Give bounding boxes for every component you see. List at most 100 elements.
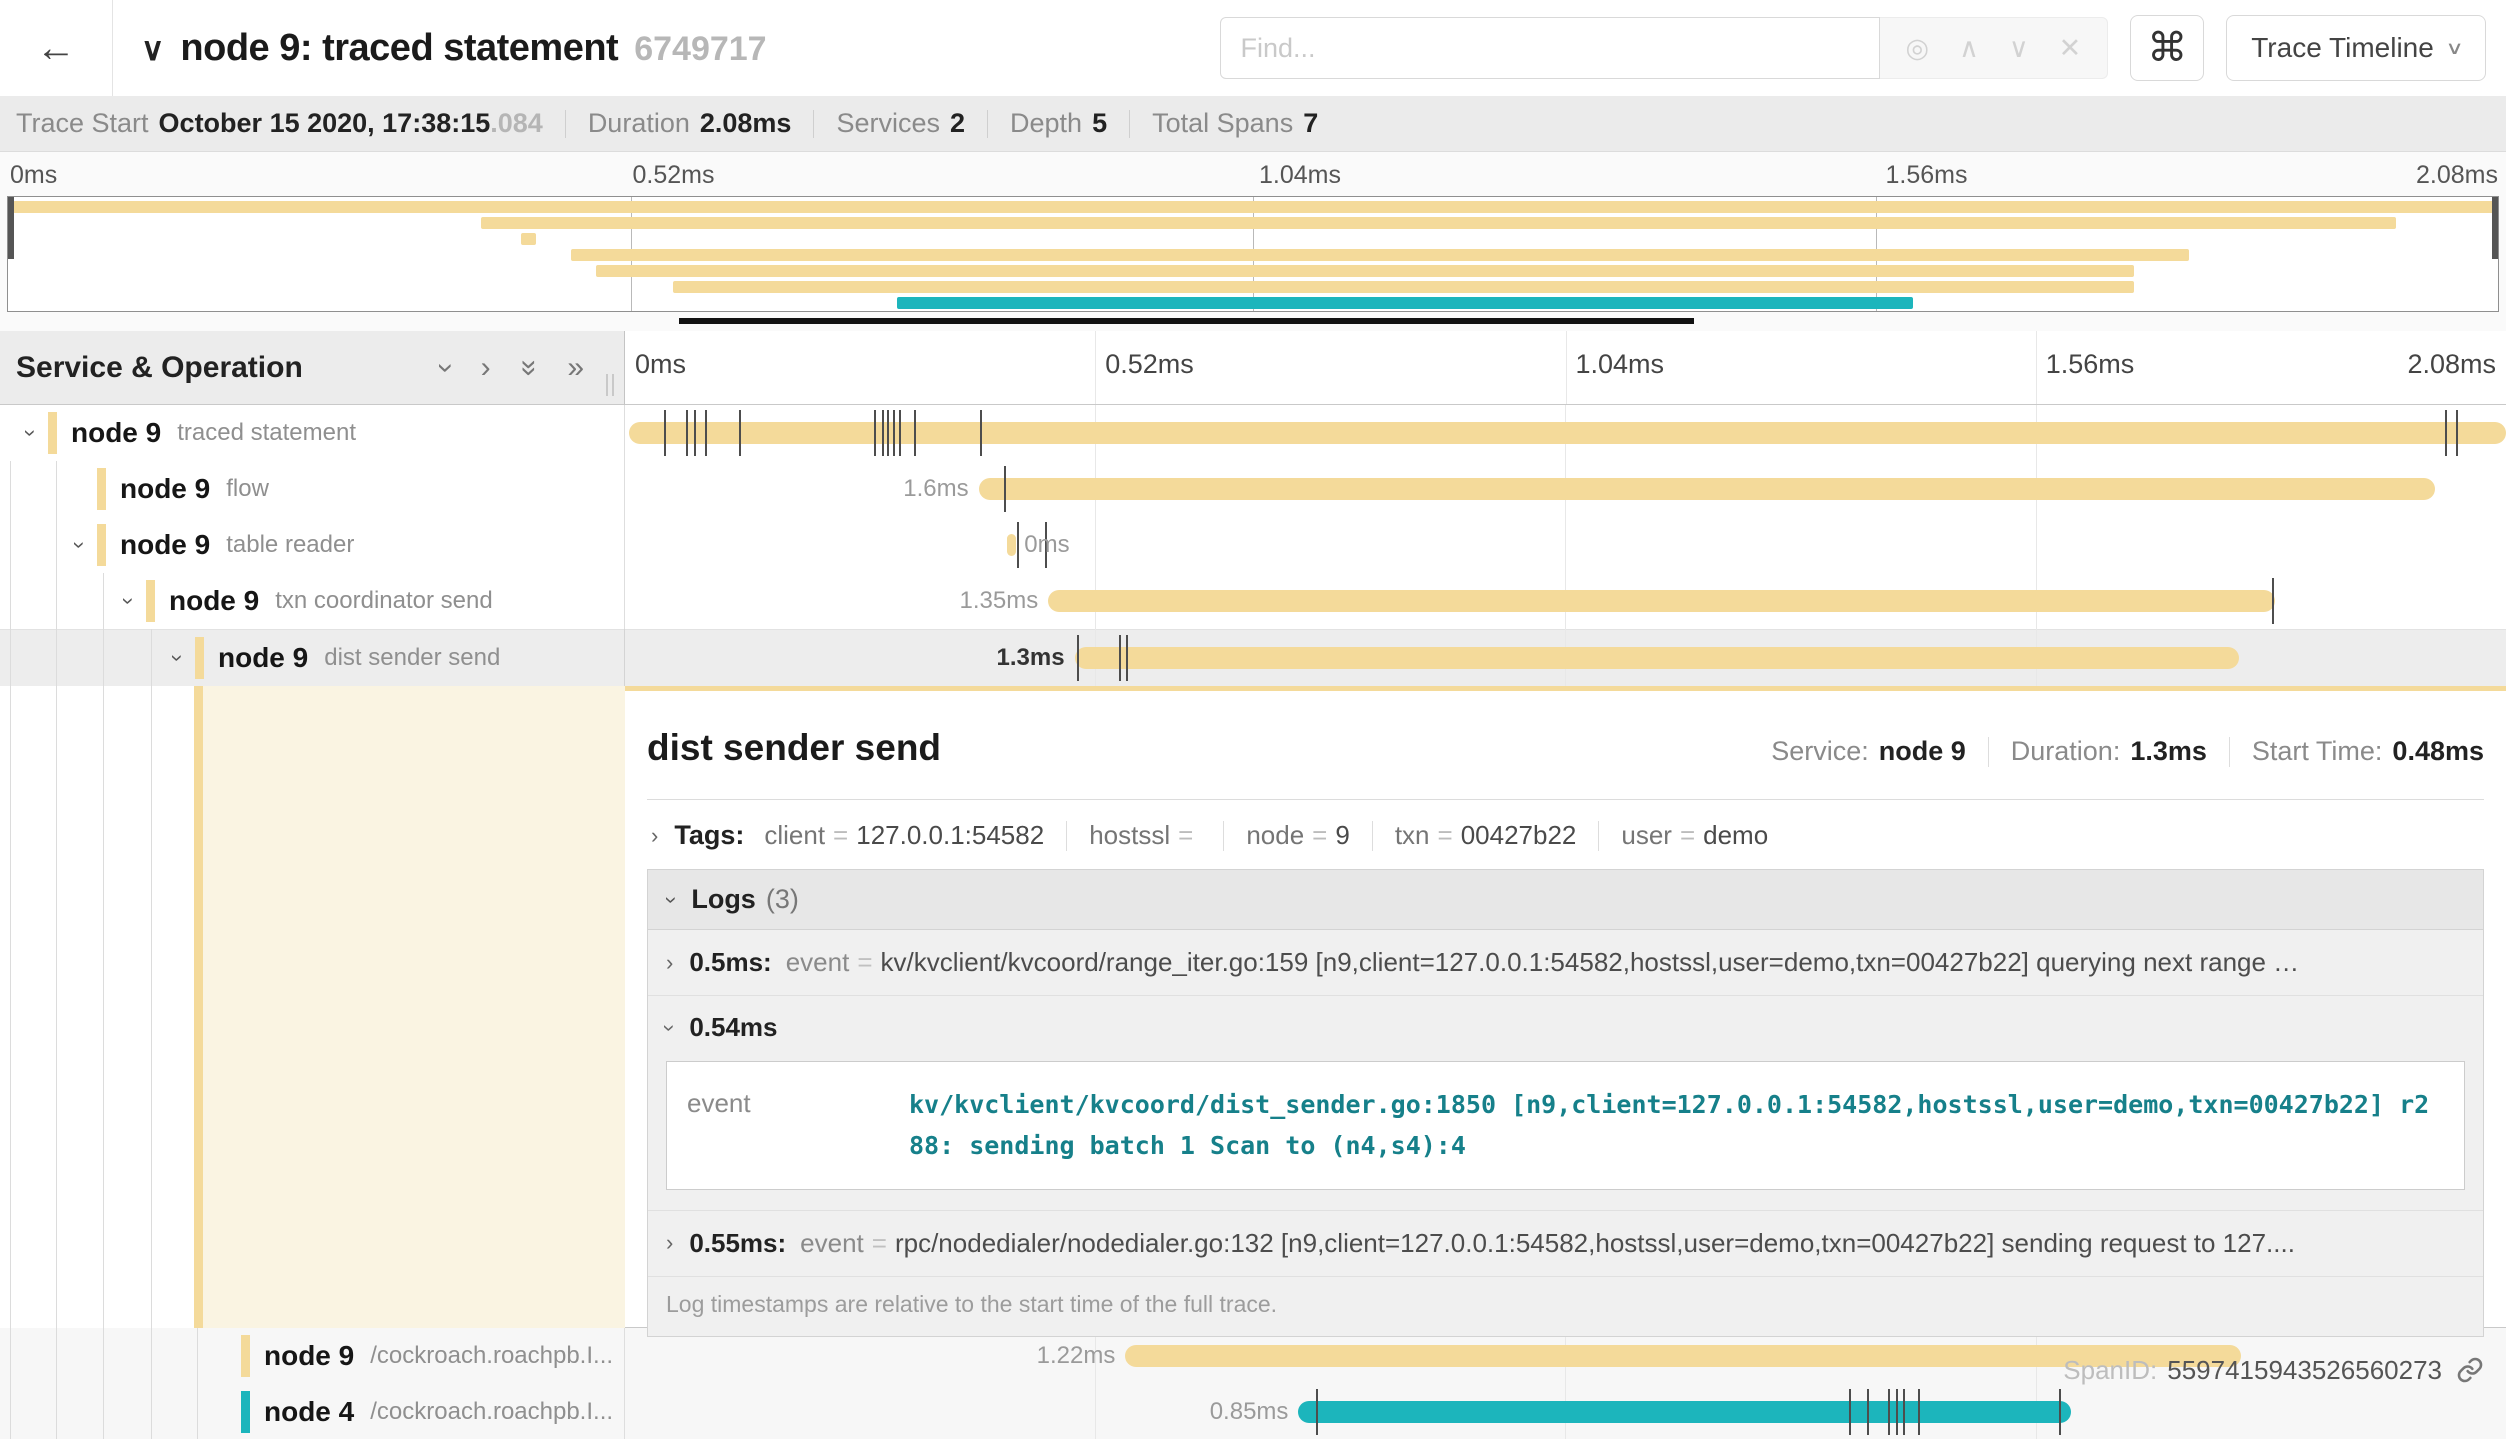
tags-row[interactable]: › Tags: client=127.0.0.1:54582 hostssl= … [647, 800, 2484, 869]
locate-icon[interactable]: ◎ [1906, 33, 1930, 64]
span-timeline-cell[interactable]: 1.35ms [625, 573, 2506, 629]
span-row-table-reader[interactable]: › node 9 table reader 0ms [0, 517, 2506, 573]
log-value: kv/kvclient/kvcoord/range_iter.go:159 [n… [881, 947, 2300, 978]
span-name-cell[interactable]: node 4 /cockroach.roachpb.I... [0, 1384, 625, 1439]
span-row-dist-sender-send[interactable]: › node 9 dist sender send 1.3ms [0, 629, 2506, 686]
span-operation: table reader [226, 531, 354, 559]
trace-title-group[interactable]: ∨ node 9: traced statement 6749717 [141, 27, 767, 70]
log-entry-collapsed[interactable]: › 0.5ms: event = kv/kvclient/kvcoord/ran… [648, 930, 2483, 996]
back-arrow-icon: ← [36, 26, 76, 70]
chevron-down-icon[interactable]: › [63, 532, 97, 558]
log-marker-tick [739, 410, 741, 456]
span-operation: flow [226, 475, 269, 503]
minimap-canvas[interactable] [7, 196, 2499, 312]
span-timeline-cell[interactable]: 1.6ms [625, 461, 2506, 517]
span-color-chip [241, 1391, 250, 1433]
chevron-down-icon[interactable]: › [14, 420, 48, 446]
span-duration-bar[interactable] [1048, 590, 2274, 612]
minimap-right-scrub-handle[interactable] [2492, 197, 2498, 259]
span-row-txn-coordinator-send[interactable]: › node 9 txn coordinator send 1.35ms [0, 573, 2506, 629]
find-input[interactable] [1220, 17, 1880, 79]
span-name-cell[interactable]: node 9 /cockroach.roachpb.I... [0, 1328, 625, 1384]
minimap-left-scrub-handle[interactable] [8, 197, 14, 259]
log-marker-tick [2456, 410, 2458, 456]
span-duration-bar[interactable] [629, 422, 2506, 444]
expand-one-icon[interactable]: › [481, 353, 491, 383]
span-row-flow[interactable]: node 9 flow 1.6ms [0, 461, 2506, 517]
span-name-cell[interactable]: › node 9 traced statement [0, 405, 625, 461]
log-marker-tick [664, 410, 666, 456]
span-timeline-cell[interactable]: 0ms [625, 517, 2506, 573]
event-field-name: event [667, 1062, 897, 1189]
chevron-down-icon[interactable]: › [668, 887, 675, 913]
span-name-cell[interactable]: node 9 flow [0, 461, 625, 517]
expand-all-icon[interactable]: » [567, 353, 584, 383]
log-marker-tick [694, 410, 696, 456]
next-result-icon[interactable]: ∨ [2009, 33, 2029, 64]
span-duration-bar[interactable] [1007, 534, 1016, 556]
link-icon[interactable] [2456, 1356, 2484, 1384]
chevron-down-icon[interactable]: › [666, 1015, 673, 1041]
logs-footer-note: Log timestamps are relative to the start… [648, 1277, 2483, 1336]
timeline-minimap[interactable]: 0ms 0.52ms 1.04ms 1.56ms 2.08ms [0, 152, 2506, 331]
ruler-tick-label: 2.08ms [2407, 349, 2496, 380]
span-service: node 9 [120, 473, 210, 505]
span-row-roachpb-node4[interactable]: node 4 /cockroach.roachpb.I... 0.85ms [0, 1384, 2506, 1439]
time-label: 1.04ms [1259, 161, 1341, 190]
collapse-one-icon[interactable]: › [441, 353, 451, 383]
log-expanded-header[interactable]: › 0.54ms [666, 1012, 2465, 1043]
span-timeline-cell[interactable]: 1.3ms [625, 629, 2506, 686]
logs-section: › Logs (3) › 0.5ms: event = kv/kvclient/… [647, 869, 2484, 1337]
span-detail-row: dist sender send Service:node 9 Duration… [0, 686, 2506, 1328]
span-duration-bar[interactable] [1075, 647, 2239, 669]
log-event-table: event kv/kvclient/kvcoord/dist_sender.go… [666, 1061, 2465, 1190]
span-duration-label: 1.3ms [997, 644, 1065, 672]
chevron-down-icon[interactable]: ∨ [141, 30, 164, 68]
chevron-right-icon[interactable]: › [666, 1230, 673, 1256]
time-label: 1.56ms [1886, 161, 1968, 190]
span-row-traced-statement[interactable]: › node 9 traced statement [0, 405, 2506, 461]
chevron-right-icon[interactable]: › [651, 823, 658, 849]
collapse-all-icon[interactable]: » [521, 353, 538, 383]
chevron-down-icon[interactable]: › [161, 645, 195, 671]
span-duration-bar[interactable] [1298, 1401, 2071, 1423]
tag-node: node=9 [1246, 820, 1350, 851]
span-operation: txn coordinator send [275, 587, 492, 615]
divider [1066, 821, 1067, 851]
minimap-span-bar [596, 265, 2135, 277]
span-service: node 9 [218, 642, 308, 674]
span-name-cell[interactable]: › node 9 table reader [0, 517, 625, 573]
log-timestamp: 0.54ms [689, 1012, 777, 1043]
span-duration-bar[interactable] [979, 478, 2435, 500]
span-color-chip [195, 637, 204, 679]
logs-header[interactable]: › Logs (3) [648, 870, 2483, 930]
span-service: node 9 [169, 585, 259, 617]
log-timestamp: 0.55ms: [689, 1228, 786, 1259]
divider [1223, 821, 1224, 851]
start-time-label: Start Time: [2252, 736, 2383, 767]
trace-view-selector[interactable]: Trace Timeline ∨ [2226, 15, 2486, 81]
log-marker-tick [882, 410, 884, 456]
chevron-down-icon[interactable]: › [112, 588, 146, 614]
log-marker-tick [914, 410, 916, 456]
event-field-value: kv/kvclient/kvcoord/dist_sender.go:1850 … [897, 1062, 2464, 1189]
time-label: 0ms [10, 161, 57, 190]
back-button[interactable]: ← [0, 0, 113, 96]
log-entry-collapsed[interactable]: › 0.55ms: event = rpc/nodedialer/nodedia… [648, 1211, 2483, 1277]
horizontal-scrollbar[interactable] [679, 318, 1694, 324]
total-spans-label: Total Spans [1152, 108, 1293, 139]
column-resize-handle[interactable] [606, 374, 614, 396]
clear-search-icon[interactable]: ✕ [2059, 33, 2082, 64]
log-marker-tick [2445, 410, 2447, 456]
span-timeline-cell[interactable] [625, 405, 2506, 461]
previous-result-icon[interactable]: ∧ [1959, 33, 1979, 64]
chevron-right-icon[interactable]: › [666, 950, 673, 976]
span-detail-panel: dist sender send Service:node 9 Duration… [625, 686, 2506, 1328]
span-name-cell[interactable]: › node 9 txn coordinator send [0, 573, 625, 629]
divider [987, 110, 988, 138]
span-timeline-cell[interactable]: 0.85ms [625, 1384, 2506, 1439]
trace-start-fraction: .084 [490, 108, 543, 139]
span-name-cell[interactable]: › node 9 dist sender send [0, 629, 625, 686]
divider [1988, 737, 1989, 767]
keyboard-shortcuts-button[interactable]: ⌘ [2130, 15, 2204, 81]
